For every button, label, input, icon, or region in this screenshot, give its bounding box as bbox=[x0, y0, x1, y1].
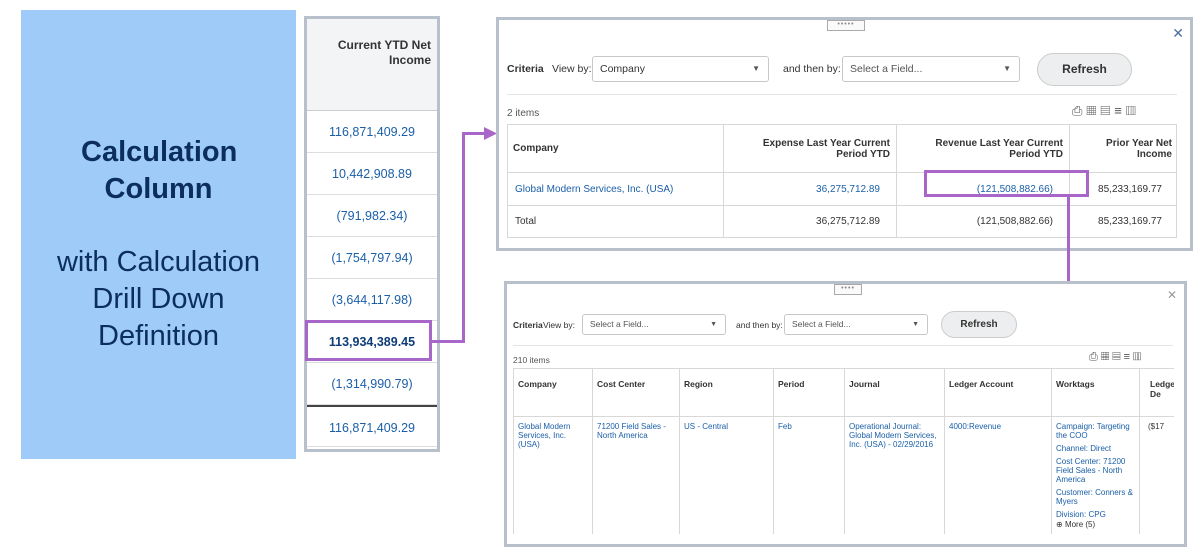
print-icon[interactable]: ⎙ bbox=[1089, 351, 1101, 363]
column-total: 116,871,409.29 bbox=[307, 405, 437, 447]
divider bbox=[507, 94, 1177, 95]
chart-icon[interactable]: ▥ bbox=[1133, 351, 1144, 363]
view-by-label: View by: bbox=[543, 320, 575, 330]
ledger-account-link[interactable]: 4000:Revenue bbox=[944, 416, 1052, 534]
then-by-placeholder: Select a Field... bbox=[850, 63, 923, 75]
column-cell[interactable]: (791,982.34) bbox=[307, 195, 437, 237]
filter-icon[interactable]: ≡ bbox=[1124, 351, 1133, 363]
highlight-box-revenue bbox=[924, 170, 1089, 197]
journal-table: Company Cost Center Region Period Journa… bbox=[513, 368, 1174, 534]
connector-line bbox=[432, 340, 465, 343]
column-header[interactable]: Cost Center bbox=[592, 368, 680, 417]
callout-title: Calculation Column bbox=[81, 136, 238, 205]
chevron-down-icon: ▼ bbox=[912, 321, 919, 328]
export-excel-icon[interactable]: ▦ bbox=[1086, 103, 1100, 118]
drag-handle[interactable]: •••• bbox=[834, 284, 862, 295]
then-by-placeholder: Select a Field... bbox=[792, 319, 851, 329]
expense-cell[interactable]: 36,275,712.89 bbox=[723, 172, 897, 206]
table-toolbar: ⎙▦▤≡▥ bbox=[1089, 351, 1144, 364]
plus-circle-icon: ⊕ bbox=[1056, 520, 1063, 529]
period-link[interactable]: Feb bbox=[773, 416, 845, 534]
drilldown-window-company: ••••• ✕ Criteria View by: Company ▼ and … bbox=[496, 17, 1193, 251]
column-header[interactable]: Region bbox=[679, 368, 774, 417]
drilldown-window-journal: •••• ✕ Criteria View by: Select a Field.… bbox=[504, 281, 1187, 547]
drag-handle[interactable]: ••••• bbox=[827, 20, 865, 31]
column-header[interactable]: Company bbox=[507, 124, 724, 173]
worktag-link[interactable]: Division: CPG bbox=[1056, 510, 1135, 519]
more-worktags-button[interactable]: ⊕ More (5) bbox=[1056, 520, 1135, 529]
view-by-select[interactable]: Select a Field... ▼ bbox=[582, 314, 726, 335]
net-income-column: Current YTD Net Income 116,871,409.29 10… bbox=[304, 16, 440, 452]
table-toolbar: ⎙▦▤≡▥ bbox=[1072, 103, 1140, 119]
journal-table-viewport: Company Cost Center Region Period Journa… bbox=[513, 368, 1174, 534]
column-header[interactable]: Journal bbox=[844, 368, 945, 417]
journal-link[interactable]: Operational Journal: Global Modern Servi… bbox=[844, 416, 945, 534]
company-link[interactable]: Global Modern Services, Inc. (USA) bbox=[507, 172, 724, 206]
column-cell[interactable]: 116,871,409.29 bbox=[307, 111, 437, 153]
column-header[interactable]: Expense Last Year Current Period YTD bbox=[723, 124, 897, 173]
then-by-label: and then by: bbox=[783, 63, 841, 75]
column-header[interactable]: Period bbox=[773, 368, 845, 417]
highlight-box-column bbox=[305, 320, 432, 361]
view-by-value: Company bbox=[600, 63, 645, 75]
worktags-cell: Campaign: Targeting the COO Channel: Dir… bbox=[1051, 416, 1140, 534]
total-cell: 85,233,169.77 bbox=[1069, 205, 1177, 238]
refresh-button[interactable]: Refresh bbox=[941, 311, 1017, 338]
column-header[interactable]: Revenue Last Year Current Period YTD bbox=[896, 124, 1070, 173]
callout-panel: Calculation Column with Calculation Dril… bbox=[21, 10, 296, 459]
view-by-select[interactable]: Company ▼ bbox=[592, 56, 769, 82]
column-cell[interactable]: 10,442,908.89 bbox=[307, 153, 437, 195]
item-count: 210 items bbox=[513, 355, 550, 365]
close-icon[interactable]: ✕ bbox=[1172, 25, 1184, 42]
chart-icon[interactable]: ▥ bbox=[1126, 103, 1140, 118]
total-row: Total 36,275,712.89 (121,508,882.66) 85,… bbox=[507, 205, 1177, 238]
view-by-label: View by: bbox=[552, 63, 592, 75]
cost-center-link[interactable]: 71200 Field Sales - North America bbox=[592, 416, 680, 534]
column-header[interactable]: Company bbox=[513, 368, 593, 417]
callout-subtitle: with Calculation Drill Down Definition bbox=[56, 246, 261, 352]
column-header: Current YTD Net Income bbox=[307, 19, 437, 111]
filter-icon[interactable]: ≡ bbox=[1114, 103, 1126, 118]
column-cell[interactable]: (1,314,990.79) bbox=[307, 363, 437, 405]
then-by-select[interactable]: Select a Field... ▼ bbox=[784, 314, 928, 335]
column-header[interactable]: Prior Year Net Income bbox=[1069, 124, 1177, 173]
column-cell[interactable]: (3,644,117.98) bbox=[307, 279, 437, 321]
column-header[interactable]: Ledger Account bbox=[944, 368, 1052, 417]
worktag-link[interactable]: Cost Center: 71200 Field Sales - North A… bbox=[1056, 457, 1135, 484]
ledger-debit-cell: ($17 bbox=[1139, 416, 1174, 534]
chevron-down-icon: ▼ bbox=[1003, 64, 1011, 73]
worktag-link[interactable]: Customer: Conners & Myers bbox=[1056, 488, 1135, 506]
view-icon[interactable]: ▤ bbox=[1112, 351, 1123, 363]
more-label: More (5) bbox=[1064, 520, 1096, 529]
then-by-label: and then by: bbox=[736, 320, 783, 330]
total-cell: (121,508,882.66) bbox=[896, 205, 1070, 238]
total-label: Total bbox=[507, 205, 724, 238]
chevron-down-icon: ▼ bbox=[752, 64, 760, 73]
close-icon[interactable]: ✕ bbox=[1167, 288, 1177, 302]
export-excel-icon[interactable]: ▦ bbox=[1101, 351, 1112, 363]
item-count: 2 items bbox=[507, 108, 540, 119]
company-link[interactable]: Global Modern Services, Inc. (USA) bbox=[513, 416, 593, 534]
total-cell: 36,275,712.89 bbox=[723, 205, 897, 238]
worktag-link[interactable]: Channel: Direct bbox=[1056, 444, 1135, 453]
connector-line bbox=[462, 132, 465, 343]
refresh-button[interactable]: Refresh bbox=[1037, 53, 1132, 86]
view-icon[interactable]: ▤ bbox=[1100, 103, 1114, 118]
region-link[interactable]: US - Central bbox=[679, 416, 774, 534]
view-by-placeholder: Select a Field... bbox=[590, 319, 649, 329]
column-header[interactable]: Ledge De bbox=[1139, 368, 1174, 417]
column-cell[interactable]: (1,754,797.94) bbox=[307, 237, 437, 279]
divider bbox=[513, 345, 1173, 346]
chevron-down-icon: ▼ bbox=[710, 321, 717, 328]
then-by-select[interactable]: Select a Field... ▼ bbox=[842, 56, 1020, 82]
criteria-label: Criteria bbox=[507, 63, 544, 75]
criteria-label: Criteria bbox=[513, 320, 543, 330]
column-header[interactable]: Worktags bbox=[1051, 368, 1140, 417]
table-row: Global Modern Services, Inc. (USA) 71200… bbox=[513, 416, 1174, 534]
worktag-link[interactable]: Campaign: Targeting the COO bbox=[1056, 422, 1135, 440]
print-icon[interactable]: ⎙ bbox=[1072, 103, 1086, 118]
